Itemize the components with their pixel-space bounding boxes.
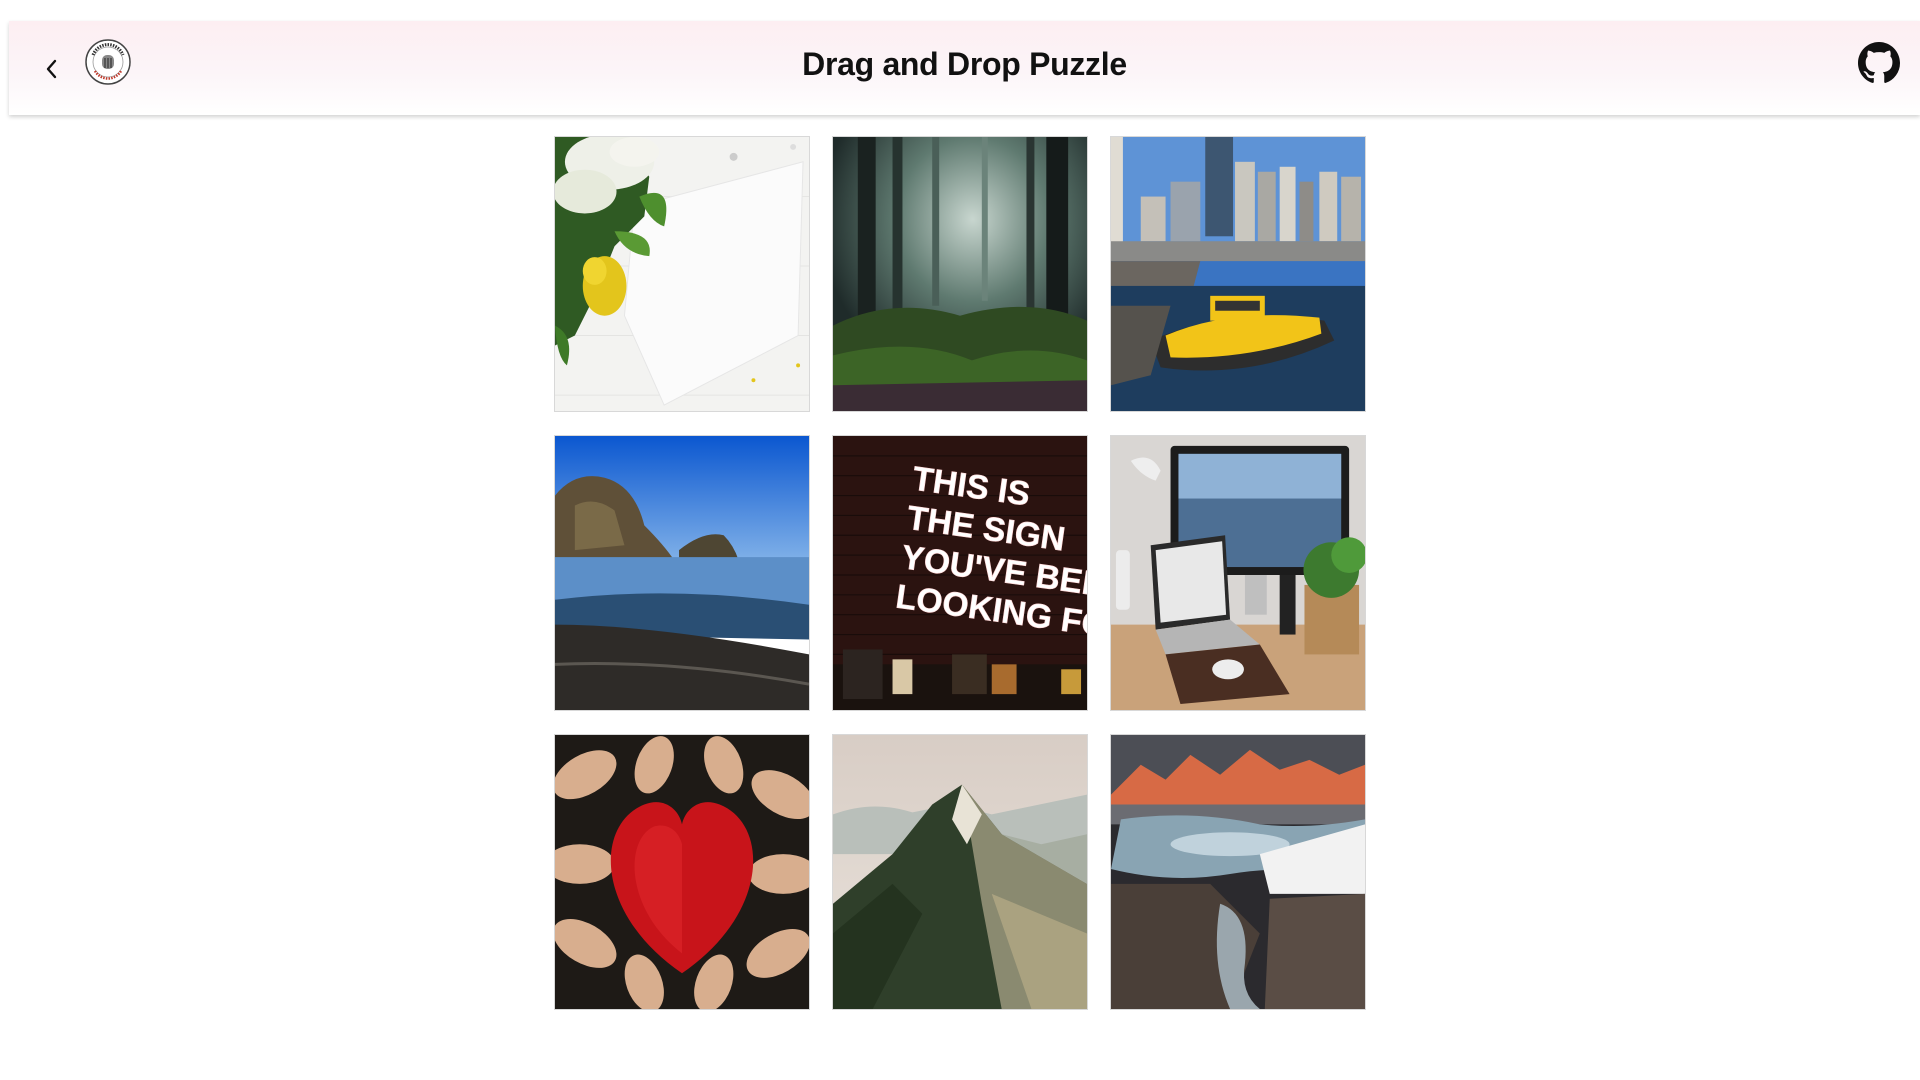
puzzle-grid: THIS IS THE SIGN YOU'VE BEEN LOOKING FOR (554, 136, 1366, 1010)
puzzle-tile-painted-hands-heart[interactable] (554, 734, 810, 1010)
puzzle-tile-misty-forest[interactable] (832, 136, 1088, 412)
github-link[interactable] (1858, 42, 1900, 84)
app-header: Drag and Drop Puzzle (9, 21, 1920, 115)
puzzle-tile-beach-cliffs[interactable] (554, 435, 810, 711)
page-title: Drag and Drop Puzzle (802, 46, 1127, 82)
puzzle-tile-alpine-lake[interactable] (1110, 734, 1366, 1010)
puzzle-tile-mountain-ridge[interactable] (832, 734, 1088, 1010)
puzzle-tile-flowers-paper[interactable] (554, 136, 810, 412)
github-icon (1858, 42, 1900, 83)
puzzle-tile-neon-sign[interactable]: THIS IS THE SIGN YOU'VE BEEN LOOKING FOR (832, 435, 1088, 711)
puzzle-tile-desk-computer[interactable] (1110, 435, 1366, 711)
puzzle-tile-city-water-taxi[interactable] (1110, 136, 1366, 412)
